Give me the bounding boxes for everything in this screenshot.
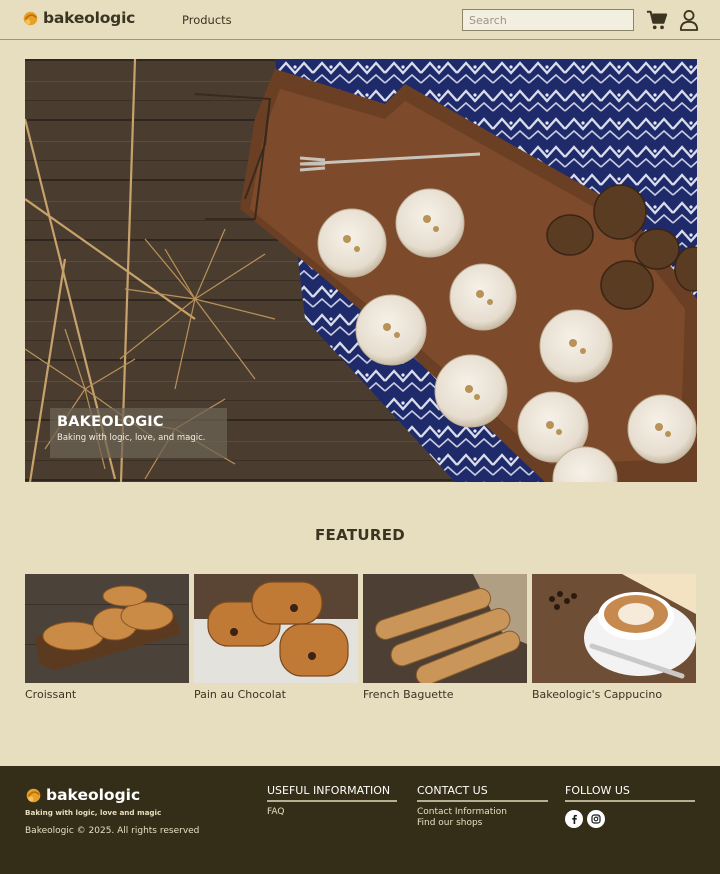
contact-us-column: CONTACT US Contact Information Find our … [417, 784, 548, 828]
nav-products-link[interactable]: Products [182, 13, 232, 27]
brand-name: bakeologic [43, 9, 136, 27]
croissant-logo-icon [23, 11, 38, 25]
facebook-icon[interactable] [565, 810, 583, 828]
site-footer: bakeologic Baking with logic, love and m… [0, 766, 720, 874]
product-card-french-baguette[interactable]: French Baguette [363, 574, 527, 701]
product-card-cappucino[interactable]: Bakeologic's Cappucino [532, 574, 696, 701]
hero-subtitle: Baking with logic, love, and magic. [57, 433, 206, 443]
search-input[interactable] [462, 9, 634, 31]
copyright-text: Bakeologic © 2025. All rights reserved [25, 826, 200, 836]
follow-us-column: FOLLOW US [565, 784, 695, 828]
follow-us-title: FOLLOW US [565, 784, 695, 802]
site-header: bakeologic Products [0, 0, 720, 40]
hero-title: BAKEOLOGIC [57, 414, 164, 430]
footer-brand-logo[interactable]: bakeologic [25, 786, 140, 804]
faq-link[interactable]: FAQ [267, 807, 397, 817]
product-name: Bakeologic's Cappucino [532, 688, 663, 701]
product-name: Pain au Chocolat [194, 688, 286, 701]
product-card-croissant[interactable]: Croissant [25, 574, 189, 701]
product-card-pain-au-chocolat[interactable]: Pain au Chocolat [194, 574, 358, 701]
instagram-icon[interactable] [587, 810, 605, 828]
user-icon[interactable] [679, 9, 699, 31]
contact-us-title: CONTACT US [417, 784, 548, 802]
footer-tagline: Baking with logic, love and magic [25, 808, 162, 817]
brand-logo[interactable]: bakeologic [22, 9, 135, 27]
french-baguette-image [363, 574, 527, 683]
hero-caption: BAKEOLOGIC Baking with logic, love, and … [50, 408, 227, 458]
featured-heading: FEATURED [315, 526, 405, 544]
hero-banner: BAKEOLOGIC Baking with logic, love, and … [25, 59, 697, 482]
croissant-image [25, 574, 189, 683]
croissant-logo-icon [26, 788, 41, 802]
useful-information-column: USEFUL INFORMATION FAQ [267, 784, 397, 817]
cappucino-image [532, 574, 696, 683]
footer-brand-name: bakeologic [46, 786, 141, 804]
social-links [565, 810, 695, 828]
contact-information-link[interactable]: Contact Information [417, 807, 548, 817]
find-our-shops-link[interactable]: Find our shops [417, 818, 548, 828]
product-name: Croissant [25, 688, 77, 701]
pain-au-chocolat-image [194, 574, 358, 683]
cart-icon[interactable] [646, 9, 668, 31]
useful-information-title: USEFUL INFORMATION [267, 784, 397, 802]
featured-products: Croissant Pain au Chocolat French Baguet… [25, 574, 697, 704]
product-name: French Baguette [363, 688, 454, 701]
